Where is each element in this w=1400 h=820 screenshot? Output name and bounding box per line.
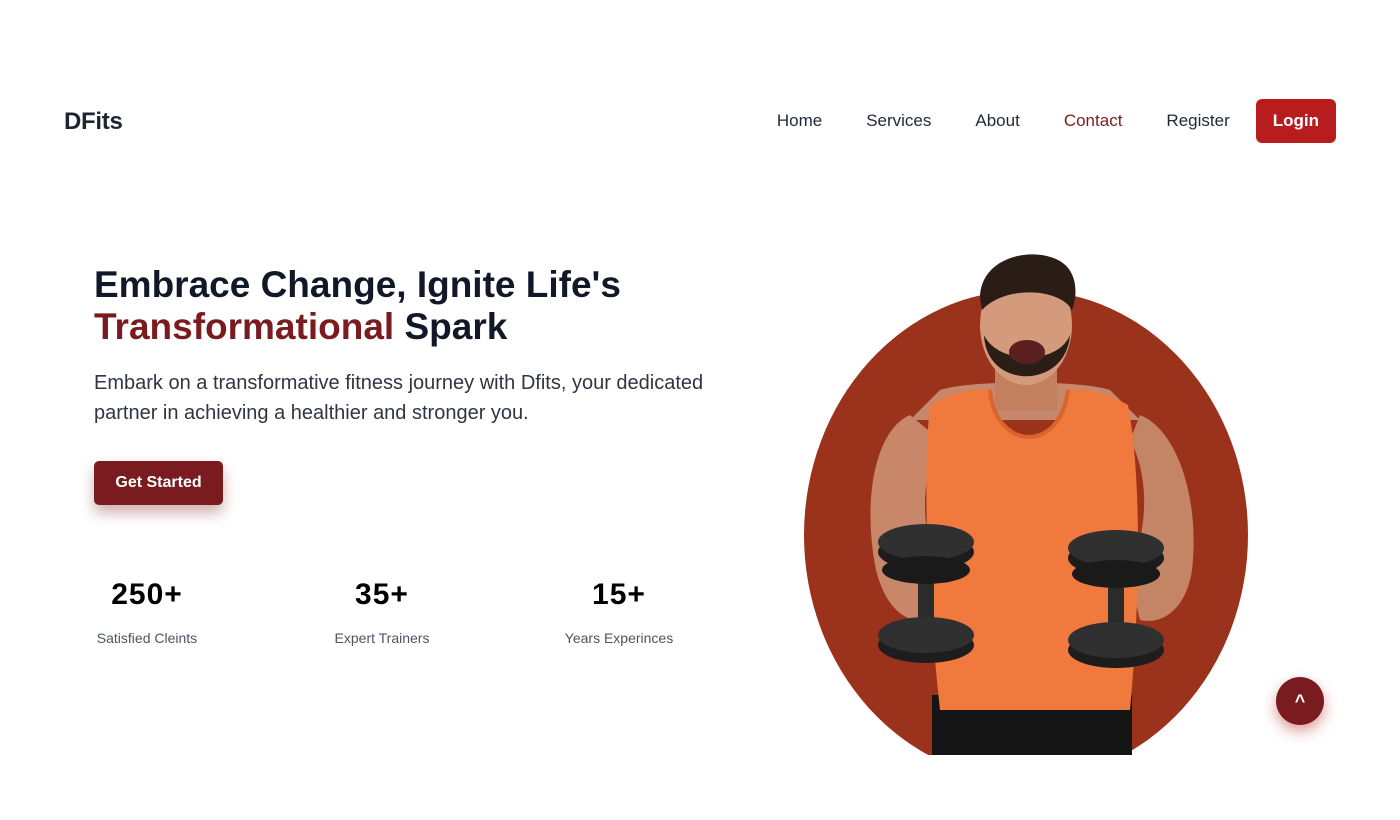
stat-value: 15+ xyxy=(592,578,646,611)
stat-label: Years Experinces xyxy=(564,630,674,646)
nav-about[interactable]: About xyxy=(975,111,1019,131)
hero-title: Embrace Change, Ignite Life's Transforma… xyxy=(94,264,734,348)
nav-services[interactable]: Services xyxy=(866,111,931,131)
nav-register[interactable]: Register xyxy=(1166,111,1229,131)
hero-title-rest: Spark xyxy=(394,306,508,347)
brand-logo[interactable]: DFits xyxy=(64,108,123,136)
landing-page: DFits Home Services About Contact Regist… xyxy=(0,0,1400,820)
main-nav: Home Services About Contact Register Log… xyxy=(777,99,1336,143)
scroll-top-button[interactable]: ^ xyxy=(1276,677,1324,725)
stat-years: 15+ Years Experinces xyxy=(563,578,675,646)
get-started-button[interactable]: Get Started xyxy=(94,461,223,505)
nav-home[interactable]: Home xyxy=(777,111,822,131)
hero-title-accent: Transformational xyxy=(94,306,395,347)
hero-subtitle: Embark on a transformative fitness journ… xyxy=(94,372,704,424)
stat-clients: 250+ Satisfied Cleints xyxy=(94,578,200,646)
nav-contact[interactable]: Contact xyxy=(1064,111,1123,131)
stat-trainers: 35+ Expert Trainers xyxy=(332,578,432,646)
mouth xyxy=(1009,340,1045,364)
stat-value: 250+ xyxy=(111,578,183,611)
login-button[interactable]: Login xyxy=(1255,99,1336,143)
chevron-up-icon: ^ xyxy=(1294,690,1306,711)
stat-label: Satisfied Cleints xyxy=(96,630,198,646)
stat-label: Expert Trainers xyxy=(334,630,430,646)
stat-value: 35+ xyxy=(355,578,409,611)
hero-trainer-image xyxy=(804,254,1248,755)
hero-title-line1: Embrace Change, Ignite Life's xyxy=(94,264,621,305)
